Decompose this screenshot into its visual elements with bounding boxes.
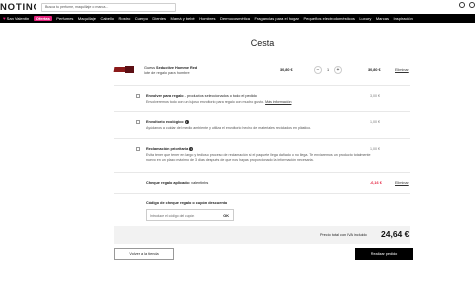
place-order-button[interactable]: Realizar pedido <box>355 248 413 260</box>
nav-item-cuerpo[interactable]: Cuerpo <box>135 16 148 21</box>
nav-item-perfumes[interactable]: Perfumes <box>56 16 73 21</box>
info-icon[interactable]: i <box>189 147 194 151</box>
quantity-value[interactable]: 1 <box>322 68 334 72</box>
eco-wrap-price: 1,00 € <box>370 120 380 124</box>
nav-item-san-valentin[interactable]: San Valentín <box>7 16 30 21</box>
search-input[interactable]: Busca tu perfume, maquillaje o marca... <box>41 2 176 12</box>
gift-voucher-row: Cheque regalo aplicado: valentinbs -6,16… <box>114 172 410 192</box>
search-placeholder: Busca tu perfume, maquillaje o marca... <box>45 5 109 9</box>
increase-button[interactable]: + <box>334 66 342 74</box>
nav-item-ofertas[interactable]: Ofertas <box>33 16 52 21</box>
product-name[interactable]: Seductive Homme Red <box>156 66 197 70</box>
total-bar: Precio total con IVA incluido 24,64 € <box>114 226 410 244</box>
option-gift-wrap: Envolver para regalo - productos selecci… <box>114 85 410 111</box>
top-header: NOTINO Busca tu perfume, maquillaje o ma… <box>0 0 475 14</box>
unit-price: 30,80 € <box>280 68 293 72</box>
product-image[interactable] <box>113 65 134 73</box>
gift-voucher-amount: -6,16 € <box>370 181 382 185</box>
nav-item-dermocosmetica[interactable]: Dermocosmética <box>220 16 250 21</box>
nav-item-cabello[interactable]: Cabello <box>100 16 114 21</box>
header-icons <box>459 2 475 8</box>
priority-claim-title: Reclamación prioritaria i <box>146 147 194 151</box>
nav-item-maquillaje[interactable]: Maquillaje <box>78 16 96 21</box>
product-brand[interactable]: Guess <box>144 66 155 70</box>
nav-item-electrodomesticos[interactable]: Pequeños electrodomésticos <box>303 16 354 21</box>
coupon-section: Código de cheque regalo o cupón descuent… <box>114 193 410 225</box>
nav-item-luxury[interactable]: Luxury <box>359 16 371 21</box>
gift-wrap-title: Envolver para regalo - productos selecci… <box>146 94 257 98</box>
priority-claim-price: 1,00 € <box>370 147 380 151</box>
main-nav: ♥ San Valentín Ofertas Perfumes Maquilla… <box>0 14 475 23</box>
nav-item-inspiracion[interactable]: Inspiración <box>393 16 412 21</box>
nav-item-hombres[interactable]: Hombres <box>199 16 215 21</box>
remove-item-link[interactable]: Eliminar <box>395 68 409 72</box>
eco-wrap-checkbox[interactable] <box>136 120 140 124</box>
gift-wrap-desc: Envolveremos todo con un lujoso envoltor… <box>146 100 292 104</box>
total-value: 24,64 € <box>381 229 410 239</box>
coupon-label: Código de cheque regalo o cupón descuent… <box>146 201 228 205</box>
quantity-stepper: − 1 + <box>314 66 342 74</box>
option-eco-wrap: Envoltorio ecológico i Ayúdanos a cuidar … <box>114 111 410 138</box>
heart-icon: ♥ <box>3 16 6 21</box>
coupon-field[interactable]: Introduce el código del cupón OK <box>146 209 234 221</box>
gift-voucher-code: valentinbs <box>191 181 209 185</box>
nav-item-dientes[interactable]: Dientes <box>152 16 166 21</box>
cart-item: Guess Seductive Homme Red lote de regalo… <box>113 61 410 80</box>
logo[interactable]: NOTINO <box>0 2 36 13</box>
option-priority-claim: Reclamación prioritaria i Evita tener que… <box>114 138 410 172</box>
total-label: Precio total con IVA incluido <box>320 233 367 237</box>
priority-claim-desc: Evita tener que tener en largo y tedioso… <box>146 153 371 162</box>
coupon-input[interactable]: Introduce el código del cupón <box>150 214 194 218</box>
product-info: Guess Seductive Homme Red lote de regalo… <box>144 66 197 77</box>
eco-wrap-title: Envoltorio ecológico i <box>146 120 189 124</box>
product-subtitle: lote de regalo para hombre <box>144 71 190 76</box>
coupon-ok-button[interactable]: OK <box>223 214 229 218</box>
gift-wrap-checkbox[interactable] <box>136 94 140 98</box>
more-info-link[interactable]: Más información <box>265 100 291 104</box>
info-icon[interactable]: i <box>184 120 189 124</box>
eco-wrap-desc: Ayúdanos a cuidar del medio ambiente y u… <box>146 126 312 130</box>
nav-item-marcas[interactable]: Marcas <box>376 16 389 21</box>
gift-voucher-label: Cheque regalo aplicado: valentinbs <box>146 181 209 185</box>
wishlist-icon[interactable] <box>469 2 475 8</box>
nav-item-rostro[interactable]: Rostro <box>119 16 131 21</box>
decrease-button[interactable]: − <box>314 66 322 74</box>
nav-item-fragancias-hogar[interactable]: Fragancias para el hogar <box>254 16 298 21</box>
nav-item-mama-bebe[interactable]: Mamá y bebé <box>170 16 194 21</box>
line-price: 30,80 € <box>368 68 381 72</box>
priority-claim-checkbox[interactable] <box>136 147 140 151</box>
page-title: Cesta <box>250 38 275 48</box>
remove-voucher-link[interactable]: Eliminar <box>395 181 409 185</box>
back-to-shop-button[interactable]: Volver a la tienda <box>114 248 174 260</box>
account-icon[interactable] <box>459 2 465 8</box>
gift-wrap-price: 3,00 € <box>370 94 380 98</box>
